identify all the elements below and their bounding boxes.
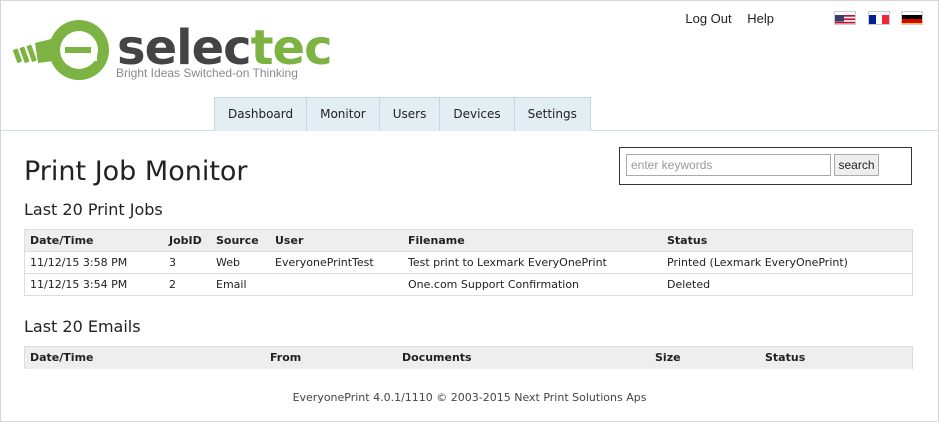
cell-jobid: 3	[169, 256, 176, 269]
cell-filename: Test print to Lexmark EveryOnePrint	[408, 256, 607, 269]
logout-link[interactable]: Log Out	[685, 11, 731, 26]
tab-monitor[interactable]: Monitor	[307, 98, 380, 131]
cell-status: Printed (Lexmark EveryOnePrint)	[667, 256, 848, 269]
table-row[interactable]: 11/12/15 3:58 PM 3 Web EveryonePrintTest…	[25, 252, 912, 274]
search-box: search	[619, 147, 912, 185]
column-header-datetime: Date/Time	[30, 351, 94, 364]
search-input[interactable]	[626, 154, 831, 176]
column-header-filename: Filename	[408, 234, 465, 247]
column-header-user: User	[275, 234, 304, 247]
cell-jobid: 2	[169, 278, 176, 291]
page-title: Print Job Monitor	[24, 156, 248, 187]
flag-fr-icon[interactable]	[868, 11, 890, 25]
cell-datetime: 11/12/15 3:54 PM	[30, 278, 128, 291]
column-header-jobid: JobID	[169, 234, 202, 247]
print-jobs-heading: Last 20 Print Jobs	[24, 200, 163, 219]
column-header-from: From	[270, 351, 302, 364]
column-header-source: Source	[216, 234, 259, 247]
logo-tagline: Bright Ideas Switched-on Thinking	[116, 66, 298, 80]
print-jobs-table: Date/Time JobID Source User Filename Sta…	[24, 229, 913, 296]
top-links: Log Out Help	[685, 11, 774, 26]
cell-datetime: 11/12/15 3:58 PM	[30, 256, 128, 269]
column-header-status: Status	[765, 351, 806, 364]
column-header-documents: Documents	[402, 351, 472, 364]
cell-source: Email	[216, 278, 247, 291]
flag-us-icon[interactable]	[834, 11, 856, 25]
table-header-row: Date/Time From Documents Size Status	[25, 347, 912, 369]
lightbulb-e-icon	[13, 20, 109, 80]
main-nav: Dashboard Monitor Users Devices Settings	[214, 97, 591, 131]
table-row[interactable]: 11/12/15 3:54 PM 2 Email One.com Support…	[25, 274, 912, 296]
cell-user: EveryonePrintTest	[275, 256, 374, 269]
cell-status: Deleted	[667, 278, 711, 291]
table-header-row: Date/Time JobID Source User Filename Sta…	[25, 230, 912, 252]
search-button[interactable]: search	[834, 154, 879, 176]
tab-settings[interactable]: Settings	[515, 98, 590, 131]
tab-dashboard[interactable]: Dashboard	[215, 98, 308, 131]
footer-text: EveryonePrint 4.0.1/1110 © 2003-2015 Nex…	[292, 391, 647, 404]
selectec-logo[interactable]: selectec Bright Ideas Switched-on Thinki…	[13, 17, 343, 83]
tab-devices[interactable]: Devices	[440, 98, 515, 131]
column-header-datetime: Date/Time	[30, 234, 94, 247]
cell-source: Web	[216, 256, 240, 269]
column-header-size: Size	[655, 351, 681, 364]
flag-de-icon[interactable]	[901, 11, 923, 25]
tab-users[interactable]: Users	[380, 98, 441, 131]
help-link[interactable]: Help	[747, 11, 774, 26]
cell-filename: One.com Support Confirmation	[408, 278, 580, 291]
emails-table: Date/Time From Documents Size Status	[24, 346, 913, 369]
emails-heading: Last 20 Emails	[24, 317, 141, 336]
column-header-status: Status	[667, 234, 708, 247]
page: selectec Bright Ideas Switched-on Thinki…	[0, 0, 939, 422]
